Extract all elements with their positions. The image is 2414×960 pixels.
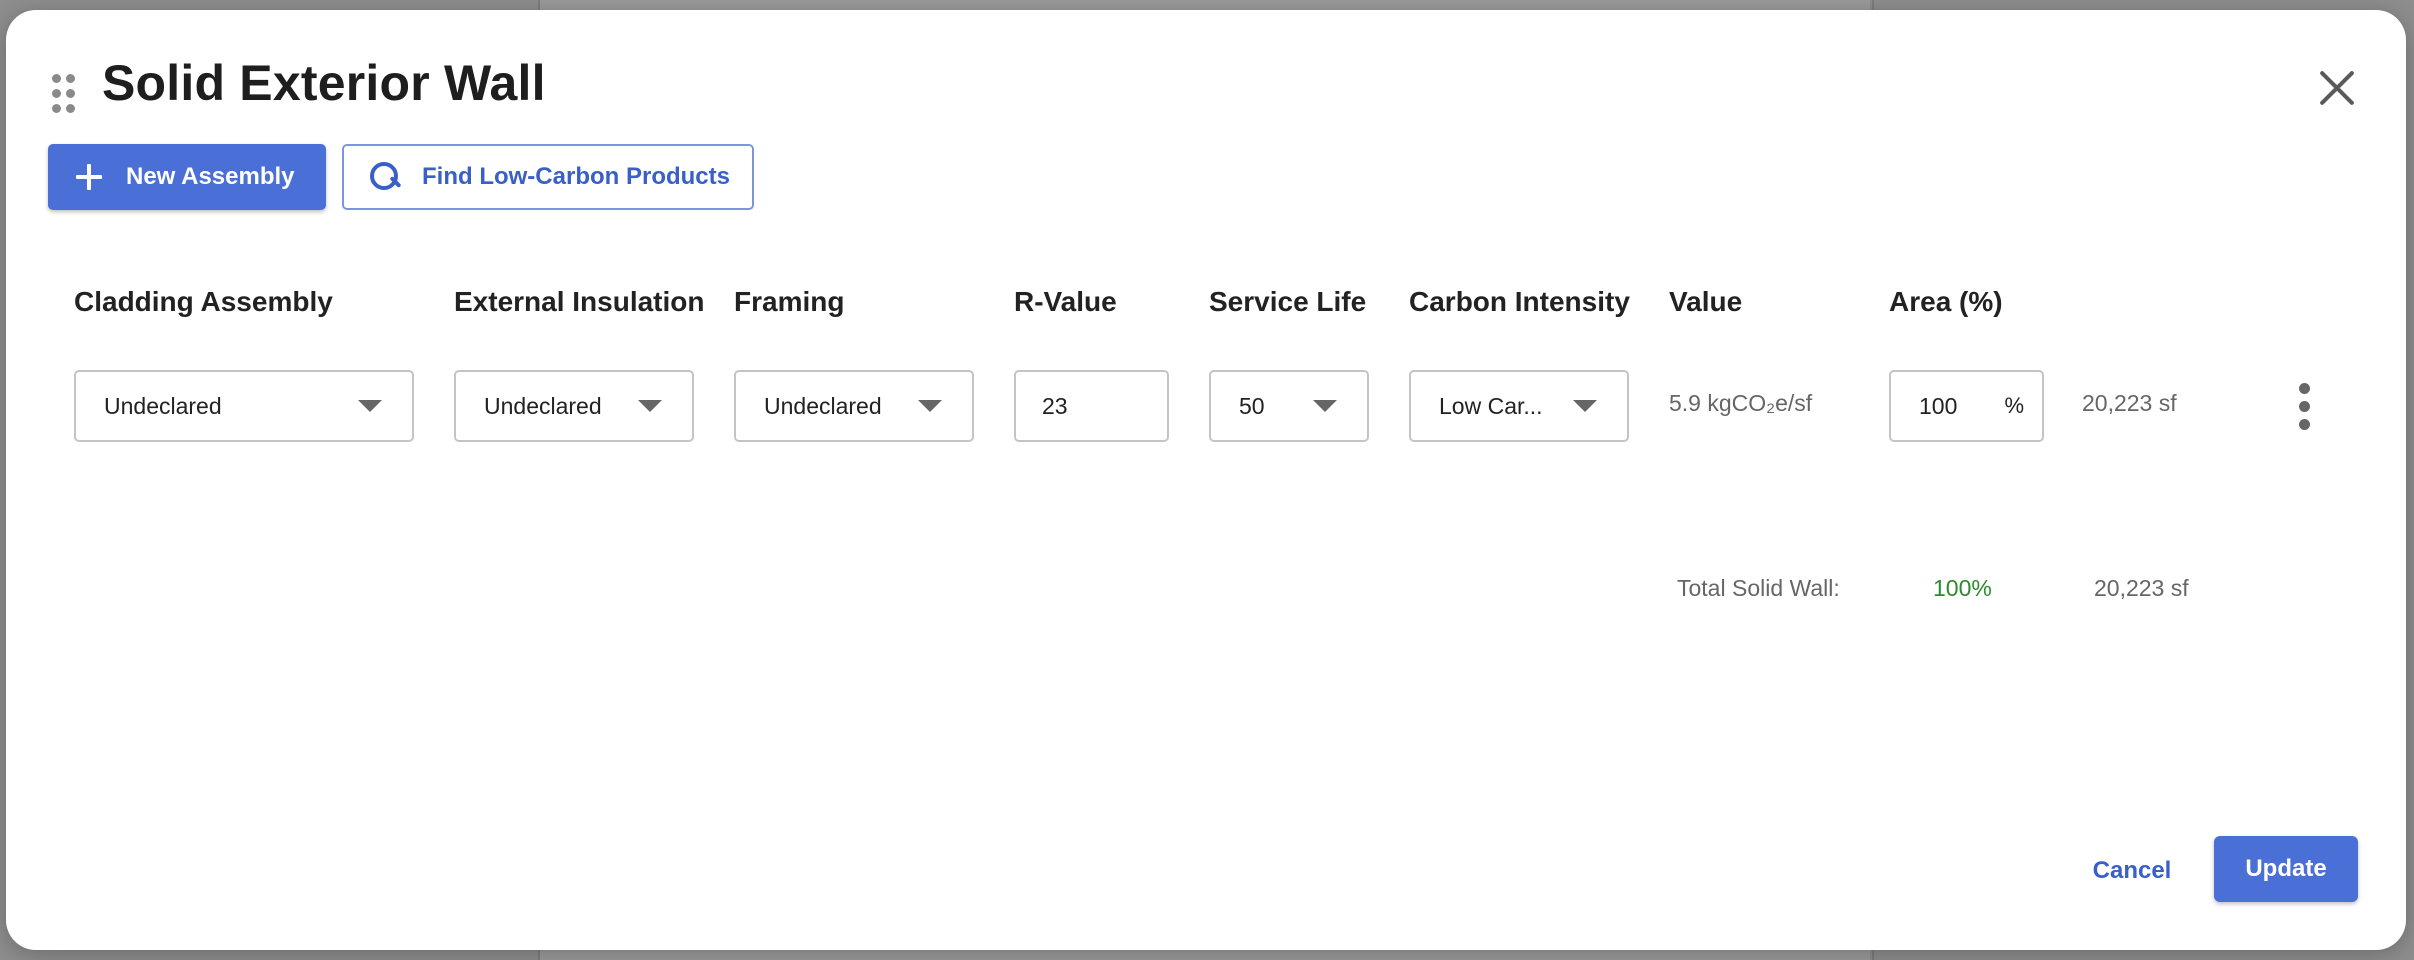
- search-icon: [370, 162, 400, 192]
- chevron-down-icon: [358, 400, 382, 412]
- header-service-life: Service Life: [1209, 286, 1367, 317]
- header-area-percent: Area (%): [1889, 286, 2003, 317]
- external-insulation-select[interactable]: Undeclared: [454, 370, 694, 442]
- service-life-select[interactable]: 50: [1209, 370, 1369, 442]
- close-icon[interactable]: [2310, 60, 2366, 116]
- chevron-down-icon: [1313, 400, 1337, 412]
- framing-value: Undeclared: [764, 392, 882, 419]
- plus-icon: [76, 164, 102, 190]
- percent-unit: %: [2004, 393, 2024, 418]
- chevron-down-icon: [918, 400, 942, 412]
- chevron-down-icon: [638, 400, 662, 412]
- header-external-insulation: External Insulation: [454, 286, 705, 317]
- new-assembly-label: New Assembly: [126, 163, 295, 190]
- r-value-value: 23: [1042, 392, 1068, 419]
- total-area: 20,223 sf: [2094, 575, 2189, 601]
- drag-handle-icon[interactable]: [52, 74, 80, 114]
- framing-select[interactable]: Undeclared: [734, 370, 974, 442]
- service-life-value: 50: [1239, 392, 1265, 419]
- more-options-icon[interactable]: [2297, 383, 2313, 431]
- cancel-button[interactable]: Cancel: [2082, 846, 2182, 896]
- cladding-assembly-value: Undeclared: [104, 392, 222, 419]
- find-products-label: Find Low-Carbon Products: [422, 163, 730, 190]
- header-value: Value: [1669, 286, 1743, 317]
- cladding-assembly-select[interactable]: Undeclared: [74, 370, 414, 442]
- area-percent-value: 100: [1919, 392, 1958, 419]
- carbon-intensity-value: Low Car...: [1439, 392, 1543, 419]
- carbon-intensity-select[interactable]: Low Car...: [1409, 370, 1629, 442]
- chevron-down-icon: [1573, 400, 1597, 412]
- area-percent-input[interactable]: 100 %: [1889, 370, 2044, 442]
- carbon-value: 5.9 kgCO₂e/sf: [1669, 390, 1813, 416]
- total-percent: 100%: [1933, 575, 1992, 601]
- update-button[interactable]: Update: [2214, 836, 2358, 902]
- header-r-value: R-Value: [1014, 286, 1117, 317]
- header-carbon-intensity: Carbon Intensity: [1409, 286, 1630, 317]
- r-value-input[interactable]: 23: [1014, 370, 1169, 442]
- total-label: Total Solid Wall:: [1677, 575, 1840, 601]
- area-sf: 20,223 sf: [2082, 390, 2177, 416]
- external-insulation-value: Undeclared: [484, 392, 602, 419]
- header-cladding-assembly: Cladding Assembly: [74, 286, 333, 317]
- dialog-title: Solid Exterior Wall: [102, 55, 546, 111]
- new-assembly-button[interactable]: New Assembly: [48, 144, 326, 210]
- find-low-carbon-products-button[interactable]: Find Low-Carbon Products: [342, 144, 754, 210]
- header-framing: Framing: [734, 286, 845, 317]
